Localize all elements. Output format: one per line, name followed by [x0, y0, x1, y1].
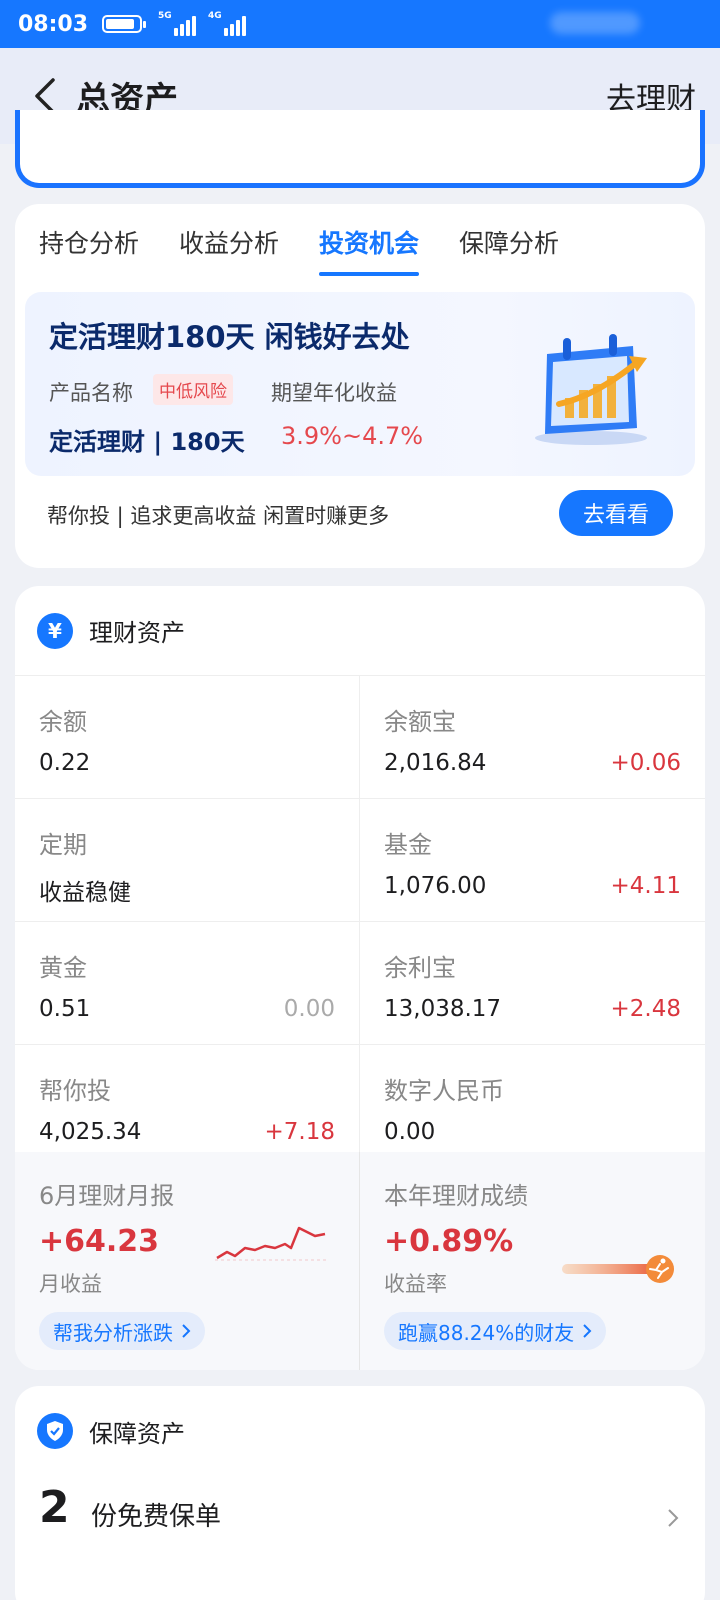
total-assets-card-edge	[15, 110, 705, 188]
calendar-chart-icon	[535, 334, 647, 445]
asset-fund[interactable]: 基金 1,076.00 +4.11	[360, 799, 705, 922]
tab-holdings-analysis[interactable]: 持仓分析	[39, 204, 139, 280]
asset-change: +4.11	[610, 873, 681, 899]
risk-badge: 中低风险	[153, 374, 233, 405]
expected-return-label: 期望年化收益	[271, 381, 397, 405]
tab-investment-opportunity[interactable]: 投资机会	[319, 204, 420, 280]
shield-check-icon	[37, 1413, 73, 1449]
promo-title: 定活理财180天 闲钱好去处	[49, 320, 410, 354]
signal-5g-icon: 5G	[158, 11, 197, 36]
asset-fixed-term[interactable]: 定期 收益稳健	[15, 799, 360, 922]
insurance-title: 保障资产	[89, 1419, 185, 1448]
runner-icon	[562, 1255, 674, 1283]
yearly-report-label: 本年理财成绩	[384, 1182, 528, 1210]
asset-value: 2,016.84	[384, 750, 487, 776]
status-bar: 08:03 5G 4G	[0, 0, 720, 48]
monthly-earnings-label: 月收益	[39, 1272, 102, 1296]
analyze-changes-button[interactable]: 帮我分析涨跌	[39, 1312, 205, 1350]
asset-gold[interactable]: 黄金 0.51 0.00	[15, 922, 360, 1045]
expected-return-value: 3.9%~4.7%	[281, 422, 424, 450]
asset-change: +0.06	[610, 750, 681, 776]
asset-label: 帮你投	[39, 1077, 111, 1105]
asset-digital-rmb[interactable]: 数字人民币 0.00	[360, 1045, 705, 1168]
asset-label: 黄金	[39, 954, 87, 982]
yearly-report-card[interactable]: 本年理财成绩 +0.89% 收益率 跑赢88.24%的财友	[360, 1152, 705, 1370]
yearly-return-value: +0.89%	[384, 1224, 514, 1259]
asset-label: 余额宝	[384, 708, 456, 736]
asset-label: 定期	[39, 831, 87, 859]
go-see-button[interactable]: 去看看	[559, 490, 673, 536]
promo-footer-text: 帮你投 | 追求更高收益 闲置时赚更多	[47, 504, 390, 528]
asset-value: 0.00	[384, 1119, 436, 1145]
asset-value: 4,025.34	[39, 1119, 142, 1145]
policy-count-label: 份免费保单	[91, 1502, 222, 1532]
asset-change: 0.00	[283, 996, 335, 1022]
insurance-assets-card[interactable]: 保障资产 2 份免费保单	[15, 1386, 705, 1600]
status-blur	[550, 12, 640, 34]
asset-value: 收益稳健	[39, 880, 131, 906]
asset-label: 余利宝	[384, 954, 456, 982]
wealth-assets-header: ¥ 理财资产	[15, 586, 705, 676]
chevron-right-icon	[668, 1509, 679, 1527]
promo-banner[interactable]: 定活理财180天 闲钱好去处 产品名称 中低风险 期望年化收益 定活理财 | 1…	[25, 292, 695, 476]
signal-4g-icon: 4G	[208, 11, 247, 36]
monthly-report-card[interactable]: 6月理财月报 +64.23 月收益 帮我分析涨跌	[15, 1152, 360, 1370]
battery-icon	[102, 15, 147, 33]
asset-label: 余额	[39, 708, 87, 736]
asset-yulibao[interactable]: 余利宝 13,038.17 +2.48	[360, 922, 705, 1045]
asset-balance[interactable]: 余额 0.22	[15, 676, 360, 799]
asset-value: 1,076.00	[384, 873, 487, 899]
yearly-return-label: 收益率	[384, 1272, 447, 1296]
chevron-right-icon	[182, 1324, 191, 1338]
monthly-earnings-value: +64.23	[39, 1224, 160, 1259]
trend-sparkline-icon	[215, 1226, 327, 1261]
monthly-report-label: 6月理财月报	[39, 1182, 175, 1210]
tab-protection-analysis[interactable]: 保障分析	[459, 204, 559, 280]
asset-value: 13,038.17	[384, 996, 502, 1022]
analysis-tabs: 持仓分析 收益分析 投资机会 保障分析	[15, 204, 705, 280]
asset-change: +7.18	[264, 1119, 335, 1145]
wealth-assets-card: ¥ 理财资产 余额 0.22 余额宝 2,016.84 +0.06 定期 收益稳…	[15, 586, 705, 1370]
asset-bangnitou[interactable]: 帮你投 4,025.34 +7.18	[15, 1045, 360, 1168]
asset-label: 基金	[384, 831, 432, 859]
beat-peers-button[interactable]: 跑赢88.24%的财友	[384, 1312, 607, 1350]
product-name-label: 产品名称	[49, 381, 133, 405]
insurance-header: 保障资产	[15, 1386, 705, 1476]
analyze-changes-label: 帮我分析涨跌	[53, 1320, 173, 1345]
status-time: 08:03	[18, 11, 89, 37]
asset-value: 0.22	[39, 750, 91, 776]
asset-change: +2.48	[610, 996, 681, 1022]
beat-peers-label: 跑赢88.24%的财友	[398, 1320, 575, 1345]
product-name: 定活理财 | 180天	[49, 428, 245, 456]
chevron-right-icon	[583, 1324, 592, 1338]
asset-yuebao[interactable]: 余额宝 2,016.84 +0.06	[360, 676, 705, 799]
asset-label: 数字人民币	[384, 1077, 504, 1105]
yen-icon: ¥	[37, 612, 73, 649]
tab-earnings-analysis[interactable]: 收益分析	[179, 204, 279, 280]
analysis-card: 持仓分析 收益分析 投资机会 保障分析 定活理财180天 闲钱好去处 产品名称 …	[15, 204, 705, 568]
policy-count: 2	[39, 1482, 70, 1533]
wealth-assets-title: 理财资产	[89, 619, 185, 647]
asset-value: 0.51	[39, 996, 91, 1022]
